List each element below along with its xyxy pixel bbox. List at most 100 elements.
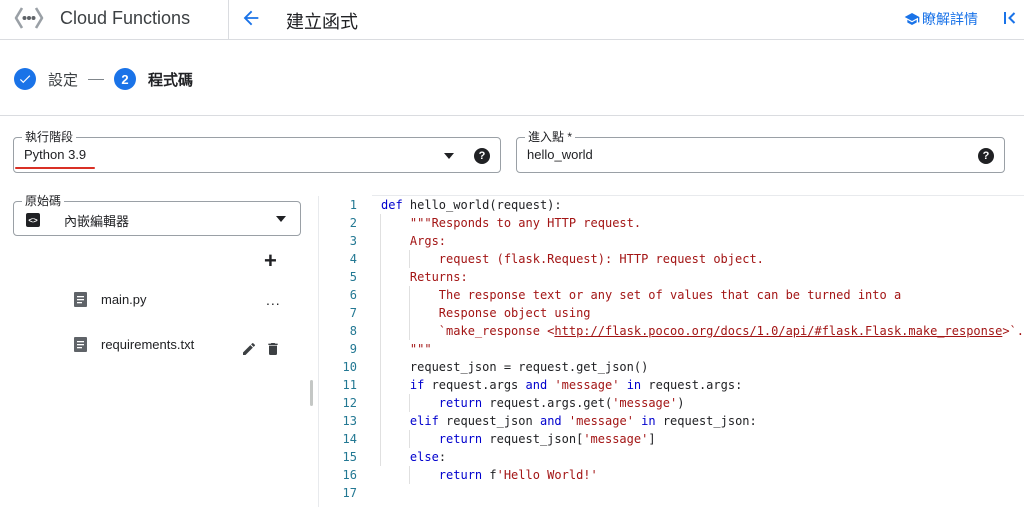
code-text: request.args.get( xyxy=(482,396,613,410)
line-number: 12 xyxy=(342,396,357,410)
entry-point-value: hello_world xyxy=(527,147,593,162)
code-string: """ xyxy=(409,342,432,356)
runtime-label: 執行階段 xyxy=(22,130,77,144)
code-keyword: in xyxy=(626,378,642,392)
code-keyword: return xyxy=(438,396,483,410)
page-title: 建立函式 xyxy=(286,12,358,32)
code-keyword: return xyxy=(438,468,483,482)
step-2-number: 2 xyxy=(114,68,137,90)
file-item-main-py[interactable]: main.py xyxy=(74,292,147,307)
code-keyword: and xyxy=(539,414,562,428)
code-editor[interactable]: 1 2 3 4 5 6 7 8 9 10 11 12 13 14 15 16 17 def hello_worl… xyxy=(318,196,1024,507)
code-line: """Responds to any HTTP request. xyxy=(381,214,641,232)
code-line: request (flask.Request): HTTP request ob… xyxy=(381,250,764,268)
step-connector xyxy=(88,78,105,80)
entry-point-label: 進入點 * xyxy=(525,130,576,144)
code-keyword: return xyxy=(438,432,483,446)
step-2-label: 程式碼 xyxy=(148,71,194,89)
help-icon[interactable]: ? xyxy=(474,148,490,164)
code-line: `make_response <http://flask.pocoo.org/d… xyxy=(381,322,1024,340)
line-number: 1 xyxy=(349,198,357,212)
code-string: 'message' xyxy=(554,378,620,392)
code-line: return f'Hello World!' xyxy=(381,466,598,484)
line-number: 5 xyxy=(349,270,357,284)
code-text: request.args xyxy=(424,378,526,392)
runtime-value: Python 3.9 xyxy=(24,147,87,162)
dropdown-arrow-icon xyxy=(444,153,454,159)
line-number: 4 xyxy=(349,252,357,266)
back-arrow-icon[interactable] xyxy=(240,7,262,29)
edit-pencil-icon[interactable] xyxy=(241,341,257,357)
code-text: hello_world(request): xyxy=(402,198,562,212)
step-1-complete[interactable] xyxy=(14,68,36,90)
code-string: Args: xyxy=(409,234,447,248)
line-number: 17 xyxy=(342,486,357,500)
code-line: Response object using xyxy=(381,304,591,322)
entry-point-input[interactable]: 進入點 * hello_world ? xyxy=(516,130,1005,173)
code-keyword: else xyxy=(409,450,439,464)
more-options-button[interactable]: ... xyxy=(266,292,281,308)
code-string: The response text or any set of values t… xyxy=(438,288,902,302)
line-number: 10 xyxy=(342,360,357,374)
code-text: f xyxy=(482,468,497,482)
highlight-underline xyxy=(15,167,95,169)
help-icon[interactable]: ? xyxy=(978,148,994,164)
code-text: ) xyxy=(677,396,685,410)
code-string[interactable]: http://flask.pocoo.org/docs/1.0/api/#fla… xyxy=(554,324,1002,338)
panel-resize-handle[interactable] xyxy=(310,380,313,406)
code-line: Args: xyxy=(381,232,446,250)
code-line: """ xyxy=(381,340,432,358)
learn-more-link[interactable]: 瞭解詳情 xyxy=(904,9,978,29)
source-code-select[interactable]: 原始碼 <> 內嵌編輯器 xyxy=(13,194,301,236)
code-text: request.args: xyxy=(641,378,743,392)
source-code-value: 內嵌編輯器 xyxy=(64,214,130,229)
step-1-label[interactable]: 設定 xyxy=(48,69,78,90)
line-number: 2 xyxy=(349,216,357,230)
check-icon xyxy=(19,75,31,84)
code-line: request_json = request.get_json() xyxy=(381,358,648,376)
code-icon: <> xyxy=(26,213,40,227)
code-text: ] xyxy=(648,432,656,446)
code-string: `make_response < xyxy=(438,324,555,338)
file-icon xyxy=(74,292,87,307)
code-string: request (flask.Request): HTTP request ob… xyxy=(438,252,764,266)
code-string: 'Hello World!' xyxy=(496,468,598,482)
file-item-requirements-txt[interactable]: requirements.txt xyxy=(74,337,194,352)
app-name: Cloud Functions xyxy=(60,8,191,28)
code-text: request_json xyxy=(438,414,540,428)
add-file-button[interactable]: + xyxy=(264,250,277,272)
file-name: requirements.txt xyxy=(101,337,195,352)
code-text: request_json[ xyxy=(482,432,584,446)
school-icon xyxy=(904,13,920,25)
delete-trash-icon[interactable] xyxy=(265,341,281,357)
file-name: main.py xyxy=(101,292,147,307)
file-icon xyxy=(74,337,87,352)
collapse-panel-icon[interactable] xyxy=(1000,8,1020,28)
code-line: return request.args.get('message') xyxy=(381,394,685,412)
code-line: else: xyxy=(381,448,446,466)
code-string: Returns: xyxy=(409,270,468,284)
code-string: 'message' xyxy=(612,396,678,410)
code-keyword: if xyxy=(409,378,425,392)
learn-more-label: 瞭解詳情 xyxy=(922,11,978,27)
top-app-bar: Cloud Functions 建立函式 瞭解詳情 xyxy=(0,0,1024,40)
line-number: 16 xyxy=(342,468,357,482)
code-string: Response object using xyxy=(438,306,591,320)
line-number: 11 xyxy=(342,378,357,392)
stepper: 設定 2 程式碼 xyxy=(14,66,193,92)
code-line: return request_json['message'] xyxy=(381,430,656,448)
